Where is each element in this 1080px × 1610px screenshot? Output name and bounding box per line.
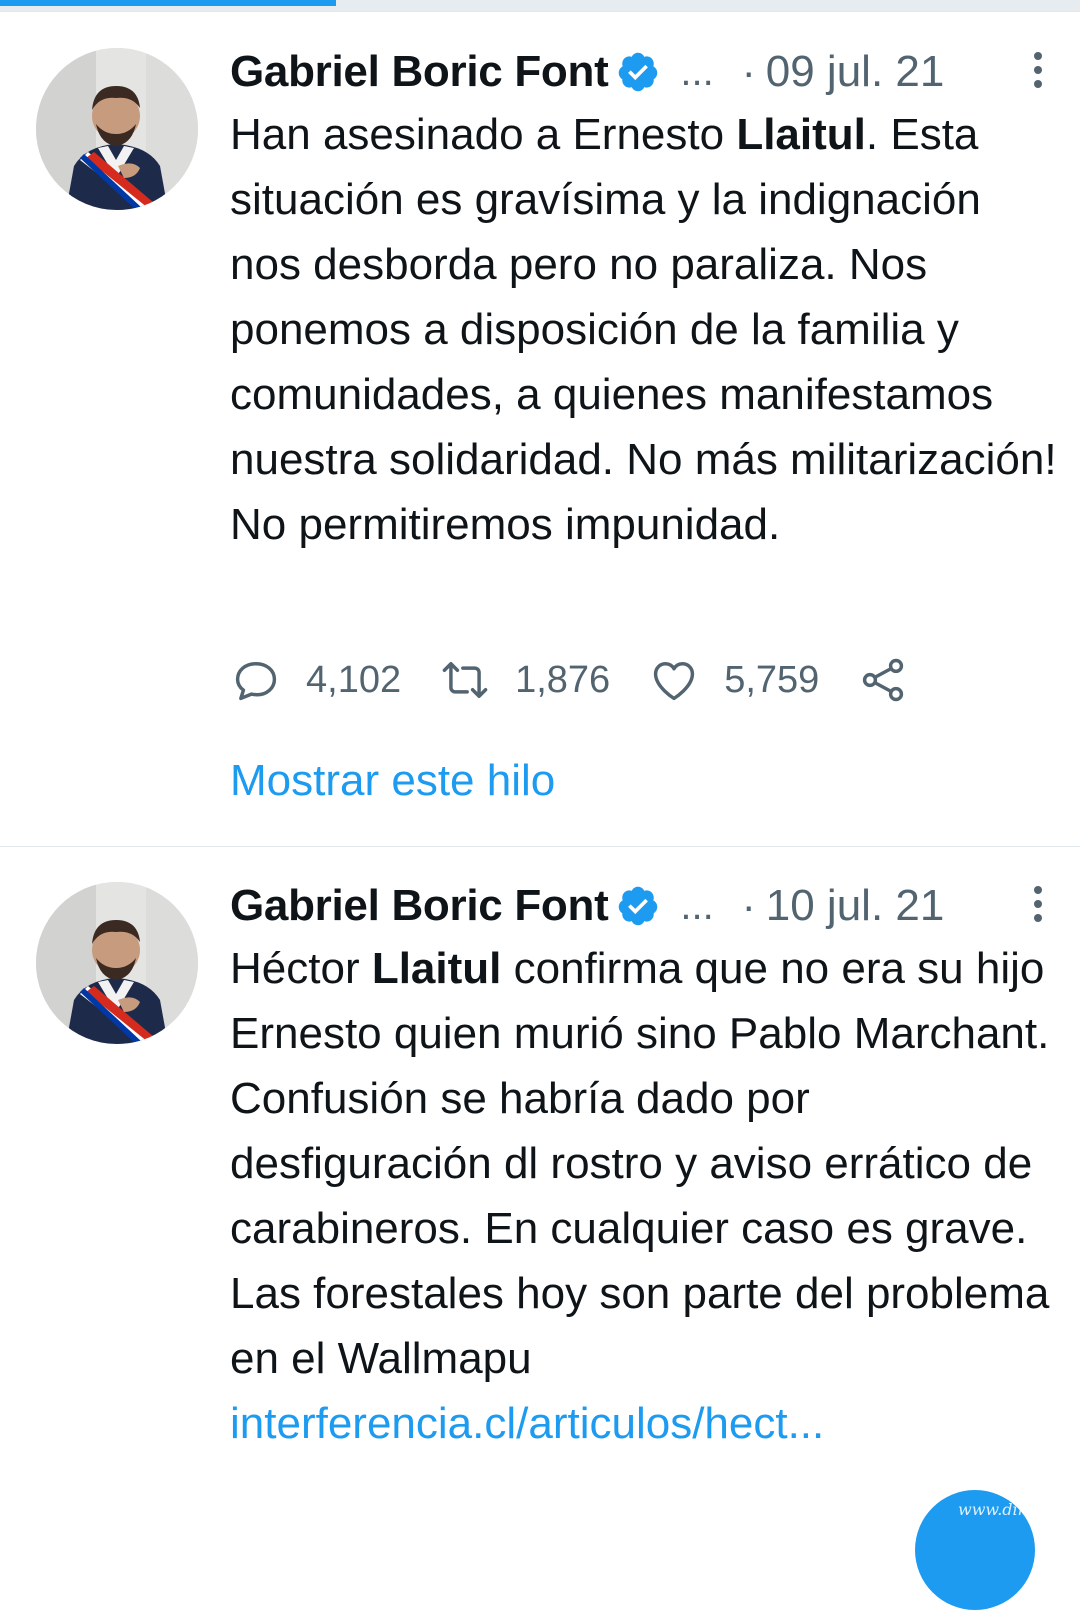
reply-button[interactable]: 4,102: [230, 654, 401, 706]
tweet-text-bold: Llaitul: [736, 110, 866, 159]
tweet-header: Gabriel Boric Font ... · 09 jul. 21: [230, 44, 1060, 100]
tweet-text-part: Héctor: [230, 944, 372, 993]
tweet-actions: 4,102 1,876 5,759: [230, 650, 947, 710]
heart-icon: [654, 662, 695, 701]
watermark: www.dinifino.cl: [958, 1500, 1080, 1519]
show-thread-link[interactable]: Mostrar este hilo: [230, 756, 555, 806]
author-name[interactable]: Gabriel Boric Font: [230, 47, 609, 97]
retweet-count: 1,876: [515, 658, 611, 701]
tweet-text: Héctor Llaitul confirma que no era su hi…: [230, 936, 1060, 1456]
reply-icon: [235, 662, 277, 701]
reply-count: 4,102: [306, 658, 402, 701]
retweet-button[interactable]: 1,876: [439, 654, 610, 706]
share-button[interactable]: [857, 654, 909, 706]
avatar[interactable]: [36, 48, 198, 210]
separator-dot: ·: [741, 882, 756, 929]
share-icon: [863, 658, 904, 702]
retweet-icon: [442, 662, 488, 698]
tweet-text-part: Han asesinado a Ernesto: [230, 110, 737, 159]
avatar-photo: [36, 48, 198, 210]
tweet-text-part: . Esta situación es gravísima y la indig…: [230, 110, 1057, 549]
author-handle-ellipsis: ...: [680, 49, 714, 94]
verified-badge-icon: [616, 884, 660, 928]
top-divider: [0, 11, 1080, 12]
avatar[interactable]: [36, 882, 198, 1044]
author-handle-ellipsis: ...: [680, 883, 714, 928]
tweet-date[interactable]: 10 jul. 21: [766, 881, 945, 931]
tweet-text: Han asesinado a Ernesto Llaitul. Esta si…: [230, 102, 1060, 557]
loading-progress-fill: [0, 0, 336, 6]
avatar-photo: [36, 882, 198, 1044]
tweet-text-part: confirma que no era su hijo Ernesto quie…: [230, 944, 1050, 1383]
tweet-text-bold: Llaitul: [371, 944, 502, 993]
more-vertical-icon[interactable]: [1032, 886, 1044, 926]
author-name[interactable]: Gabriel Boric Font: [230, 881, 609, 931]
verified-badge-icon: [616, 50, 660, 94]
tweet-header: Gabriel Boric Font ... · 10 jul. 21: [230, 878, 1060, 934]
separator-dot: ·: [741, 48, 756, 95]
tweet-date[interactable]: 09 jul. 21: [766, 47, 945, 97]
more-vertical-icon[interactable]: [1032, 52, 1044, 92]
tweet-link[interactable]: interferencia.cl/articulos/hect...: [230, 1399, 824, 1448]
like-button[interactable]: 5,759: [648, 654, 819, 706]
tweet-divider: [0, 846, 1080, 847]
like-count: 5,759: [724, 658, 820, 701]
